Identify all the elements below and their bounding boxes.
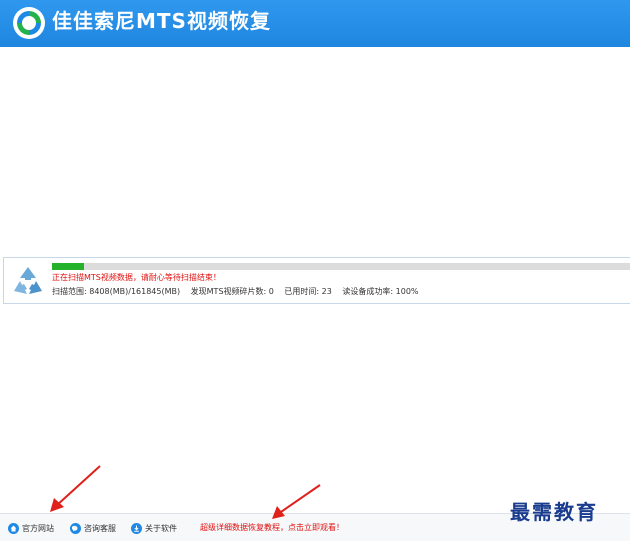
found-fragments-stat: 发现MTS视频碎片数: 0 [191,287,274,297]
info-icon [131,522,142,534]
found-fragments-label: 发现MTS视频碎片数: [190,287,267,296]
scan-progress-bar [52,263,630,270]
about-software-label: 关于软件 [145,523,177,533]
scan-progress-panel: 正在扫描MTS视频数据，请耐心等待扫描结束！ 扫描范围: 8408(MB)/16… [3,257,630,304]
scan-range-value: 8408(MB)/161845(MB) [89,287,181,296]
official-website-label: 官方网站 [22,523,54,533]
title-bar: 佳佳索尼MTS视频恢复 [0,0,630,47]
watermark-text: 最需教育 [510,500,598,524]
app-logo-icon [13,7,45,39]
about-software-link[interactable]: 关于软件 [131,521,177,535]
read-success-label: 读设备成功率: [342,287,394,296]
found-fragments-value: 0 [268,287,274,296]
scan-status-message: 正在扫描MTS视频数据，请耐心等待扫描结束！ [52,273,221,282]
elapsed-time-stat: 已用时间: 23 [284,287,331,297]
elapsed-time-value: 23 [321,287,332,296]
scan-stats: 扫描范围: 8408(MB)/161845(MB) 发现MTS视频碎片数: 0 … [52,287,427,297]
chat-icon [70,522,81,534]
annotation-arrow-left [50,465,101,512]
read-success-value: 100% [395,287,419,296]
scan-range-label: 扫描范围: [52,287,87,296]
app-title: 佳佳索尼MTS视频恢复 [52,9,271,33]
home-icon [8,522,19,534]
recycle-scan-icon [14,267,42,294]
annotation-arrow-right [272,484,321,519]
read-success-stat: 读设备成功率: 100% [342,287,418,297]
elapsed-time-label: 已用时间: [284,287,320,296]
official-website-link[interactable]: 官方网站 [8,521,54,535]
scan-progress-fill [52,263,84,270]
tutorial-promo-link[interactable]: 超级详细数据恢复教程，点击立即观看！ [200,521,344,535]
scan-range-stat: 扫描范围: 8408(MB)/161845(MB) [52,287,180,297]
customer-service-label: 咨询客服 [84,523,116,533]
customer-service-link[interactable]: 咨询客服 [70,521,116,535]
